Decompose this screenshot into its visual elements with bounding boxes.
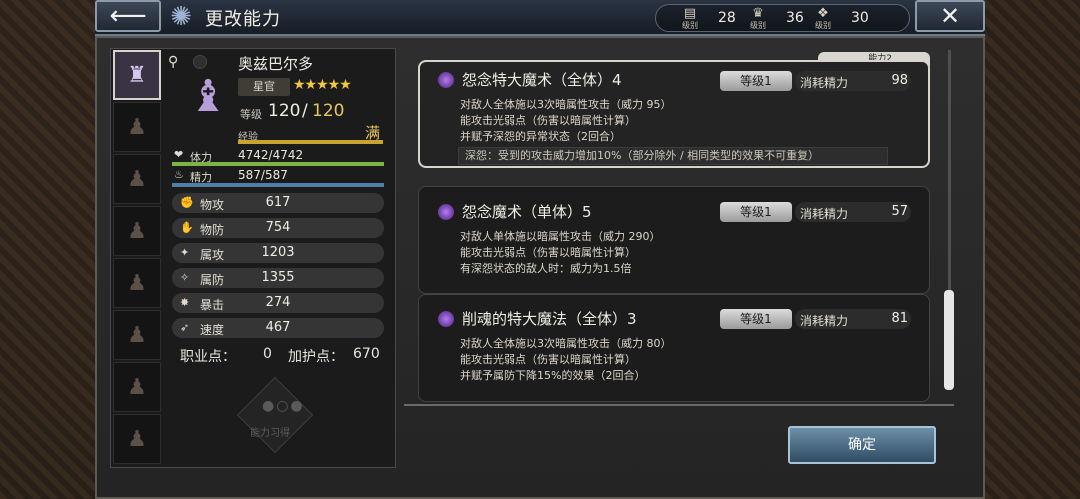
- ability-desc-line: 对敌人单体施以暗属性攻击（威力 290）: [460, 230, 661, 243]
- ability-name: 怨念特大魔术（全体）4: [462, 71, 622, 89]
- wing-level-icon: ❖: [817, 6, 829, 21]
- dark-magic-icon: [438, 72, 454, 88]
- attr-label: 物攻: [200, 198, 225, 212]
- scrollbar-thumb[interactable]: [944, 290, 954, 390]
- sp-value: 587/587: [238, 168, 288, 182]
- ability-desc-line: 并赋予属防下降15%的效果（2回合）: [460, 369, 646, 382]
- cost-value: 57: [891, 204, 908, 219]
- portrait[interactable]: ♟: [113, 414, 161, 464]
- drop-icon: ♨: [174, 168, 184, 181]
- close-icon: ✕: [939, 2, 961, 30]
- job-points-label: 职业点：: [180, 349, 236, 365]
- learn-ability-icon: ●○●: [262, 398, 305, 414]
- level-value: 120: [268, 101, 301, 121]
- ability-grade: 等级1: [720, 202, 792, 222]
- portrait[interactable]: ♟: [113, 206, 161, 256]
- critical-icon: ✸: [180, 296, 190, 309]
- ability-desc-line: 有深怨状态的敌人时：威力为1.5倍: [460, 262, 632, 275]
- level-label: 等级: [240, 108, 262, 121]
- ability-name: 削魂的特大魔法（全体）3: [462, 310, 637, 328]
- attr-label: 物防: [200, 223, 225, 237]
- attr-label: 暴击: [200, 298, 225, 312]
- protect-points-value: 670: [353, 346, 380, 362]
- ability-desc-line: 能攻击光弱点（伤害以暗属性计算）: [460, 353, 636, 366]
- sp-bar: [172, 183, 384, 187]
- physical-attack-icon: ✊: [180, 196, 194, 209]
- ability-desc-line: 能攻击光弱点（伤害以暗属性计算）: [460, 246, 636, 259]
- confirm-button[interactable]: 确定: [788, 426, 936, 464]
- level-caption: 级别: [815, 21, 831, 30]
- character-sprite: ♝: [188, 70, 228, 122]
- portrait[interactable]: ♟: [113, 102, 161, 152]
- job-points-value: 0: [263, 346, 272, 362]
- page-title: 更改能力: [205, 9, 281, 30]
- job-badge: 星官: [238, 78, 290, 96]
- attr-row: ✸ 暴击 274: [172, 293, 384, 313]
- ability-grade: 等级1: [720, 309, 792, 329]
- level-indicators: ▤ 级别 28 ♛ 级别 36 ❖ 级别 30: [655, 4, 910, 32]
- elemental-attack-icon: ✦: [180, 246, 190, 259]
- attr-value: 467: [265, 320, 291, 335]
- cost-value: 81: [891, 311, 908, 326]
- back-arrow-icon: ⟵: [109, 1, 147, 31]
- key-icon[interactable]: ⚲: [168, 54, 178, 70]
- book-level-icon: ▤: [683, 6, 697, 21]
- ability-desc-line: 能攻击光弱点（伤害以暗属性计算）: [460, 114, 636, 127]
- level-value: 28: [718, 10, 736, 26]
- divider: [404, 404, 954, 406]
- attr-row: ➶ 速度 467: [172, 318, 384, 338]
- level-value: 36: [786, 10, 804, 26]
- dark-magic-icon: [438, 311, 454, 327]
- attr-value: 274: [265, 295, 291, 310]
- emblem-icon: ✺: [170, 2, 192, 32]
- level-separator: /: [302, 101, 308, 121]
- physical-defense-icon: ✋: [180, 221, 194, 234]
- level-caption: 级别: [750, 21, 766, 30]
- status-note: 深怨：受到的攻击威力增加10%（部分除外 / 相同类型的效果不可重复）: [458, 147, 888, 165]
- heart-icon: ❤: [174, 148, 184, 161]
- portrait[interactable]: ♟: [113, 154, 161, 204]
- portrait[interactable]: ♟: [113, 362, 161, 412]
- left-decoration: [0, 0, 95, 499]
- elemental-defense-icon: ✧: [180, 271, 190, 284]
- portrait[interactable]: ♟: [113, 310, 161, 360]
- attr-label: 速度: [200, 323, 225, 337]
- crown-level-icon: ♛: [752, 6, 764, 21]
- level-max: 120: [312, 101, 345, 121]
- level-value: 30: [851, 10, 869, 26]
- speed-icon: ➶: [180, 321, 190, 334]
- level-caption: 级别: [682, 21, 698, 30]
- right-decoration: [985, 0, 1080, 499]
- attr-row: ✊ 物攻 617: [172, 193, 384, 213]
- hp-value: 4742/4742: [238, 148, 304, 162]
- dark-magic-icon: [438, 204, 454, 220]
- ability-grade: 等级1: [720, 71, 792, 91]
- cost-label: 消耗精力: [800, 76, 849, 90]
- close-button[interactable]: ✕: [915, 0, 985, 32]
- ability-desc-line: 并赋予深怨的异常状态（2回合）: [460, 130, 621, 143]
- protect-points-label: 加护点：: [288, 349, 344, 365]
- attr-label: 属攻: [200, 248, 225, 262]
- cost-label: 消耗精力: [800, 314, 849, 328]
- attr-row: ✧ 属防 1355: [172, 268, 384, 288]
- portrait[interactable]: ♟: [113, 258, 161, 308]
- cost-label: 消耗精力: [800, 207, 849, 221]
- ability-desc-line: 对敌人全体施以3次暗属性攻击（威力 95）: [460, 98, 672, 111]
- back-button[interactable]: ⟵: [95, 0, 161, 32]
- character-name: 奥兹巴尔多: [238, 55, 314, 73]
- attr-value: 1355: [261, 270, 295, 285]
- learn-ability-label: 能力习得: [250, 428, 290, 439]
- ability-name: 怨念魔术（单体）5: [462, 203, 592, 221]
- attr-row: ✋ 物防 754: [172, 218, 384, 238]
- star-rating: ★★★★★: [293, 77, 352, 93]
- attr-value: 617: [265, 195, 291, 210]
- ability-desc-line: 对敌人全体施以3次暗属性攻击（威力 80）: [460, 337, 672, 350]
- cost-value: 98: [891, 73, 908, 88]
- attr-label: 属防: [200, 273, 225, 287]
- attr-row: ✦ 属攻 1203: [172, 243, 384, 263]
- exp-bar: [238, 140, 383, 144]
- attr-value: 754: [265, 220, 291, 235]
- attr-value: 1203: [261, 245, 295, 260]
- portrait-selected[interactable]: ♜: [113, 50, 161, 100]
